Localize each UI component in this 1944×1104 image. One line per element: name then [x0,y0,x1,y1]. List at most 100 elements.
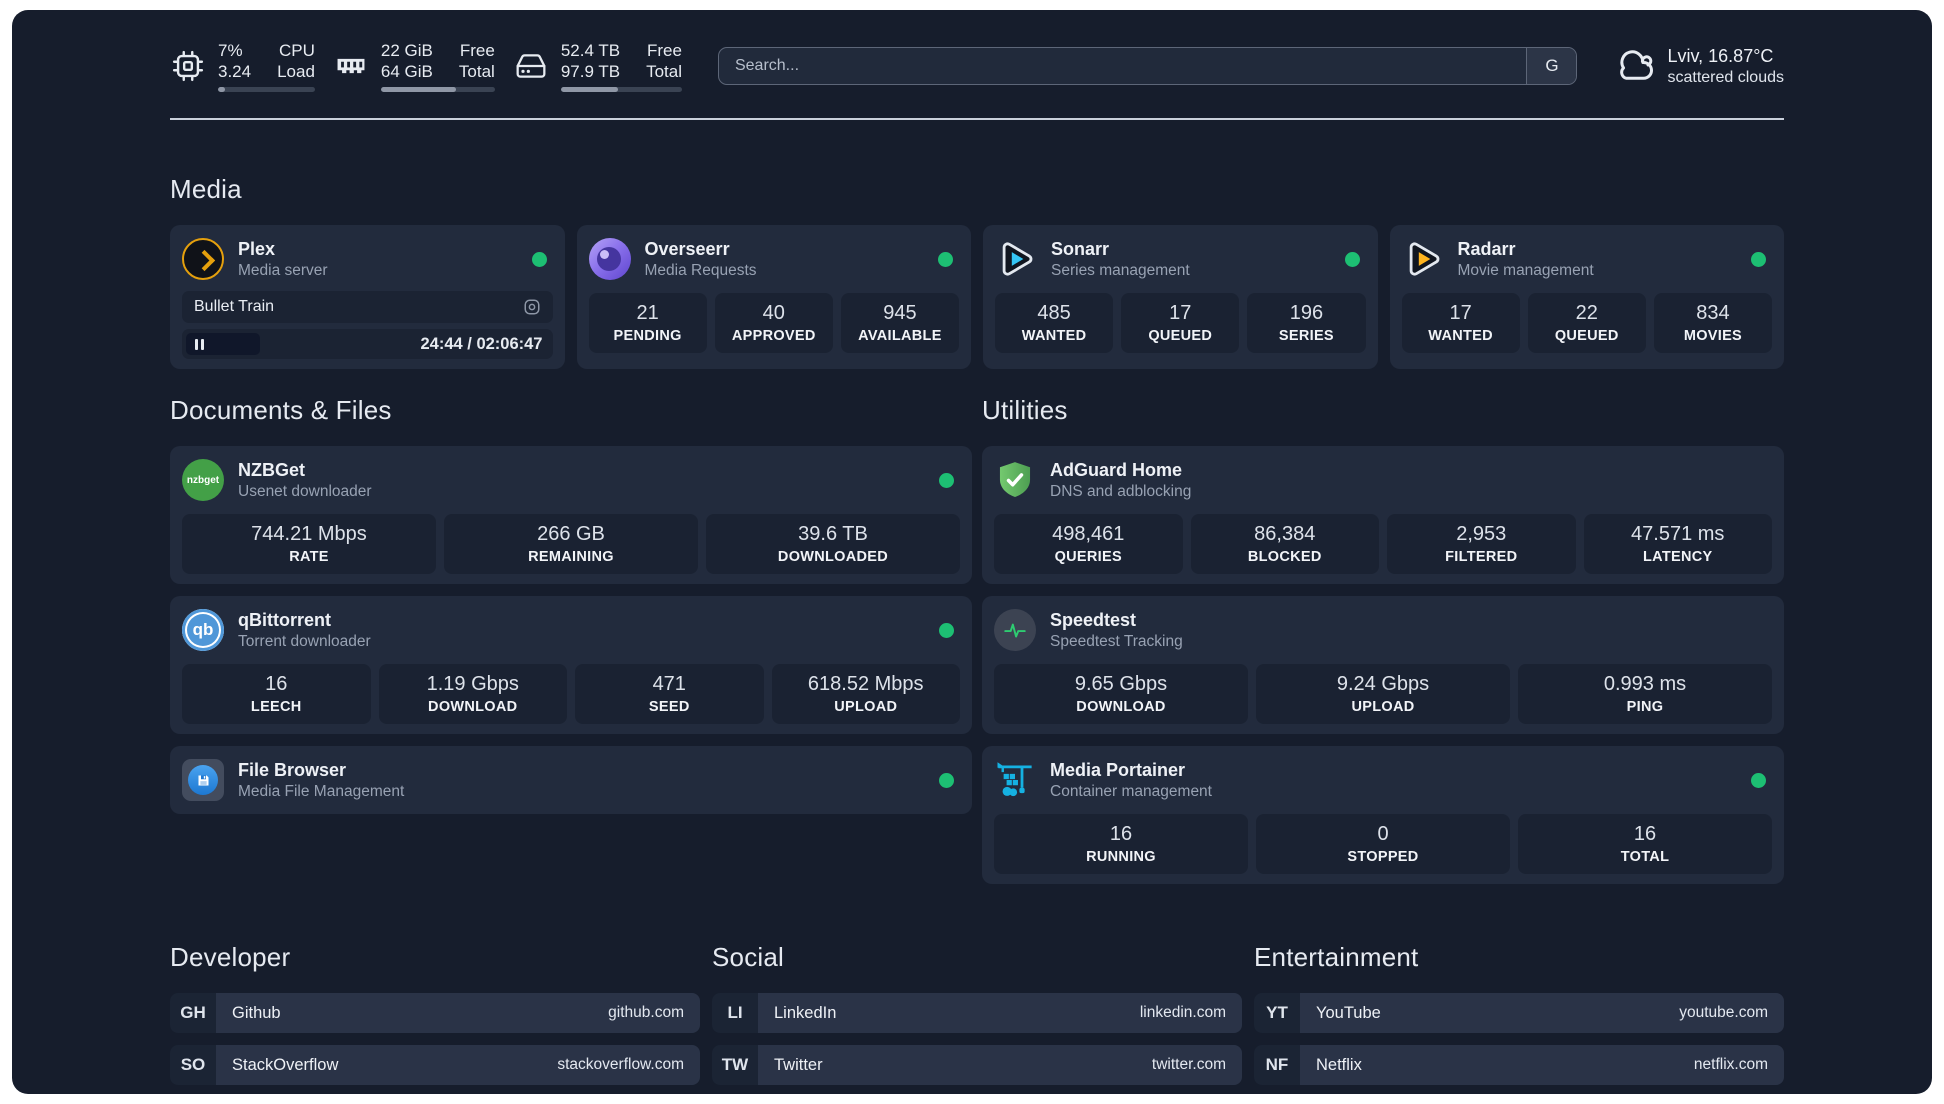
cpu-progress-track [218,87,315,92]
bookmark-url: github.com [608,1004,684,1021]
stat-label: STOPPED [1347,849,1419,865]
service-description: Speedtest Tracking [1050,632,1183,650]
bookmark-youtube[interactable]: YT YouTube youtube.com [1254,993,1784,1033]
service-card-speedtest: Speedtest Speedtest Tracking 9.65 Gbps D… [982,596,1784,734]
service-link-speedtest[interactable]: Speedtest Speedtest Tracking [994,606,1772,654]
now-playing-row: Bullet Train [182,291,553,323]
adguard-shield-icon [994,459,1036,501]
stat-box: 744.21 Mbps RATE [182,514,436,574]
memory-total-value: 64 GiB [380,62,433,81]
speedtest-pulse-icon [994,609,1036,651]
stat-box: 196 SERIES [1247,293,1366,353]
service-link-sonarr[interactable]: Sonarr Series management [995,235,1366,283]
service-card-sonarr: Sonarr Series management 485 WANTED 17 Q… [983,225,1378,369]
stat-value: 945 [883,302,917,324]
service-card-qbittorrent: qb qBittorrent Torrent downloader 16 LEE… [170,596,972,734]
service-link-portainer[interactable]: Media Portainer Container management [994,756,1772,804]
service-name: Speedtest [1050,609,1137,630]
stat-label: UPLOAD [834,699,898,715]
radarr-icon [1402,238,1444,280]
stat-label: TOTAL [1620,849,1670,865]
bookmark-netflix[interactable]: NF Netflix netflix.com [1254,1045,1784,1085]
memory-icon [333,48,369,84]
cpu-load-label: Load [277,62,315,81]
stat-box: 498,461 QUERIES [994,514,1183,574]
bookmark-linkedin[interactable]: LI LinkedIn linkedin.com [712,993,1242,1033]
service-name: AdGuard Home [1050,459,1183,480]
status-dot [1751,251,1766,267]
search-bar: G [717,47,1578,85]
overseerr-icon [588,238,631,280]
section-documents: Documents & Files nzbget NZBGet Usenet d… [170,395,972,884]
service-name: Media Portainer [1050,759,1186,780]
disc-icon [523,298,541,316]
service-card-nzbget: nzbget NZBGet Usenet downloader 744.21 M… [170,446,972,584]
stat-label: BLOCKED [1247,549,1322,565]
stat-value: 47.571 ms [1631,523,1725,545]
bookmark-github[interactable]: GH Github github.com [170,993,700,1033]
stat-box: 945 AVAILABLE [840,293,960,353]
service-name: Overseerr [644,238,730,259]
stat-box: 834 MOVIES [1653,293,1773,353]
stat-box: 47.571 ms LATENCY [1583,514,1772,574]
search-provider-button[interactable]: G [1526,48,1577,84]
section-media: Media Plex Media server Bullet Train 24:… [170,174,1784,369]
service-link-adguard[interactable]: AdGuard Home DNS and adblocking [994,456,1772,504]
weather-widget: Lviv, 16.87°C scattered clouds [1613,45,1784,88]
service-card-radarr: Radarr Movie management 17 WANTED 22 QUE… [1389,225,1784,369]
weather-location-temp: Lviv, 16.87°C [1667,45,1774,66]
service-description: Torrent downloader [238,632,371,650]
service-name: File Browser [238,759,347,780]
stat-label: PENDING [613,328,682,344]
stat-label: SEED [648,699,690,715]
stat-box: 0.993 ms PING [1518,664,1772,724]
memory-free-value: 22 GiB [380,41,433,60]
stat-value: 21 [636,302,659,324]
stat-label: DOWNLOAD [1076,699,1166,715]
nzbget-icon: nzbget [182,459,224,501]
memory-free-label: Free [459,41,495,60]
stat-label: PING [1626,699,1664,715]
service-link-overseerr[interactable]: Overseerr Media Requests [588,235,960,283]
service-link-radarr[interactable]: Radarr Movie management [1402,235,1773,283]
service-link-filebrowser[interactable]: File Browser Media File Management [182,756,960,804]
stat-value: 39.6 TB [798,523,868,545]
service-link-plex[interactable]: Plex Media server [182,235,553,283]
stat-value: 485 [1037,302,1071,324]
bookmark-twitter[interactable]: TW Twitter twitter.com [712,1045,1242,1085]
bookmark-stackoverflow[interactable]: SO StackOverflow stackoverflow.com [170,1045,700,1085]
stat-value: 196 [1289,302,1324,324]
bookmarks-developer: Developer GH Github github.com SO StackO… [170,942,700,1094]
bookmark-name: LinkedIn [774,1003,837,1022]
stat-label: RUNNING [1086,849,1156,865]
stat-value: 266 GB [537,523,605,545]
bookmark-name: YouTube [1316,1003,1381,1022]
stat-box: 16 LEECH [182,664,371,724]
plex-icon [182,238,224,280]
stat-label: QUEUED [1554,328,1619,344]
stat-box: 17 WANTED [1401,293,1520,353]
service-link-qbittorrent[interactable]: qb qBittorrent Torrent downloader [182,606,960,654]
service-name: Radarr [1457,238,1516,259]
bookmarks-entertainment: Entertainment YT YouTube youtube.com NF … [1254,942,1784,1094]
search-input[interactable] [718,48,1527,84]
service-link-nzbget[interactable]: nzbget NZBGet Usenet downloader [182,456,960,504]
stat-box: 21 PENDING [588,293,707,353]
bookmark-name: StackOverflow [232,1055,339,1074]
service-name: Sonarr [1051,238,1110,259]
bookmark-abbr: NF [1254,1045,1300,1085]
filebrowser-icon [182,759,224,801]
header-divider [170,118,1784,120]
disk-total-value: 97.9 TB [560,62,621,81]
section-title-utilities: Utilities [982,395,1068,425]
stat-box: 618.52 Mbps UPLOAD [771,664,960,724]
bookmark-url: twitter.com [1151,1056,1226,1073]
service-name: qBittorrent [238,609,331,630]
stat-label: SERIES [1278,328,1334,344]
section-title-social: Social [712,942,785,972]
cpu-progress-fill [218,87,225,92]
dashboard-panel: 7% 3.24 CPU Load 22 GiB 64 GiB Free Tota… [12,10,1932,1094]
stat-box: 16 TOTAL [1518,814,1772,874]
stat-value: 9.24 Gbps [1336,673,1430,695]
bookmark-abbr: SO [170,1045,216,1085]
